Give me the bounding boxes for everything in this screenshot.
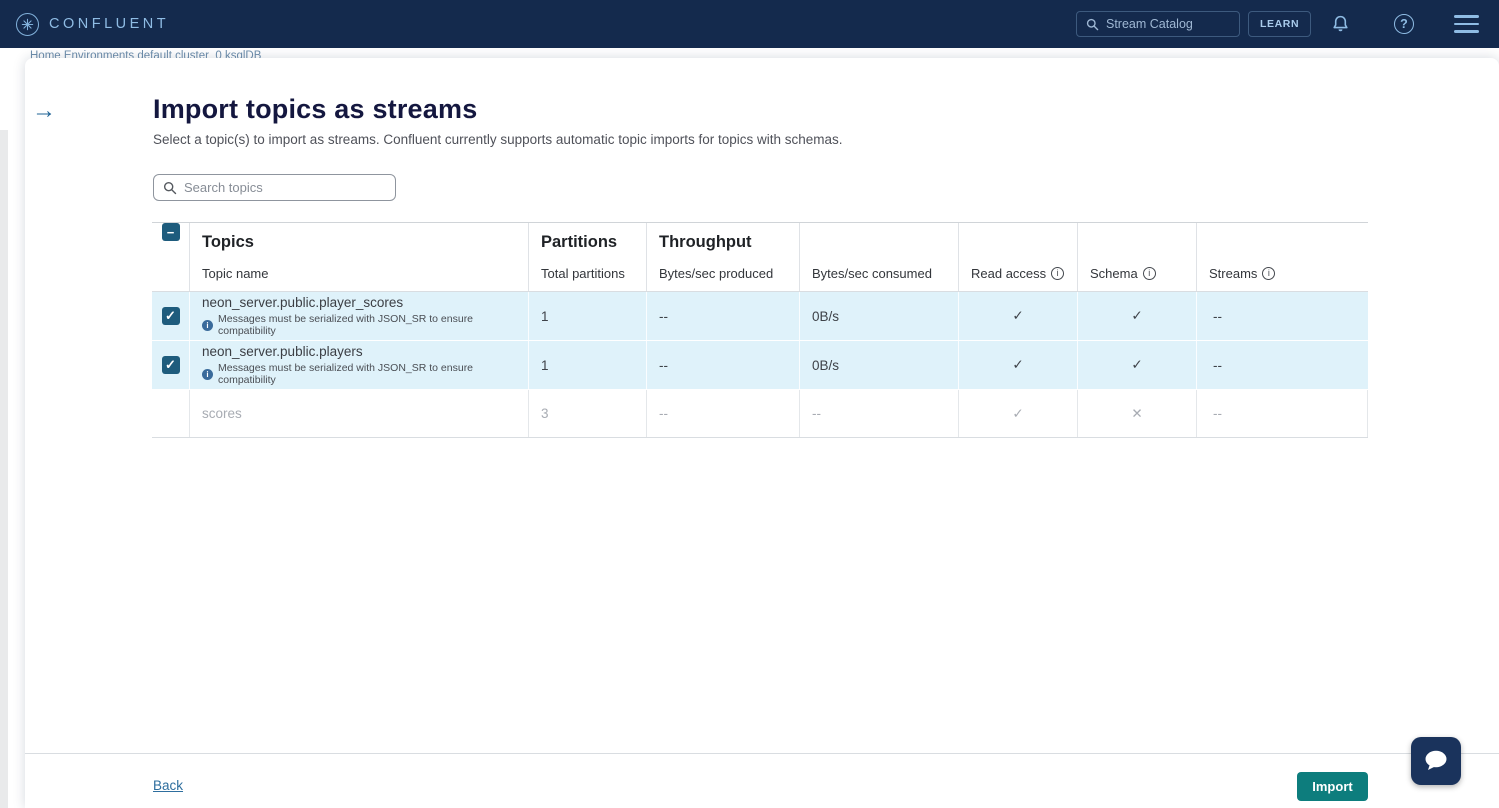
page-subtitle: Select a topic(s) to import as streams. … (153, 132, 843, 147)
table-row-player-scores[interactable]: ✓ neon_server.public.player_scores i Mes… (152, 292, 1368, 340)
search-icon (1086, 18, 1099, 31)
bytes-produced-value: -- (647, 390, 800, 437)
empty-checkbox-cell (152, 390, 190, 437)
top-navbar: CONFLUENT LEARN ? (0, 0, 1499, 48)
brand-name: CONFLUENT (49, 16, 169, 32)
table-row-players[interactable]: ✓ neon_server.public.players i Messages … (152, 341, 1368, 389)
topic-name: scores (202, 406, 242, 421)
stream-catalog-search[interactable] (1076, 11, 1240, 37)
row-checkbox[interactable]: ✓ (162, 356, 180, 374)
stream-catalog-input[interactable] (1106, 17, 1226, 31)
header-throughput-produced: Throughput Bytes/sec produced (647, 223, 800, 291)
header-throughput-consumed: Bytes/sec consumed (800, 223, 959, 291)
header-checkbox-cell: − (152, 223, 190, 291)
back-link[interactable]: Back (153, 778, 183, 793)
search-topics-field[interactable] (153, 174, 396, 201)
partitions-value: 3 (529, 390, 647, 437)
schema-cross-icon: ✕ (1078, 390, 1197, 437)
table-header-row: − Topics Topic name Partitions Total par… (152, 222, 1368, 292)
row-checkbox[interactable]: ✓ (162, 307, 180, 325)
streams-value: -- (1197, 292, 1368, 340)
header-streams: Streamsi (1197, 223, 1368, 291)
info-icon: i (202, 320, 213, 331)
learn-button[interactable]: LEARN (1248, 11, 1311, 37)
partitions-value: 1 (529, 341, 647, 389)
question-icon: ? (1394, 14, 1414, 34)
read-access-check-icon: ✓ (959, 292, 1078, 340)
topics-table: − Topics Topic name Partitions Total par… (152, 222, 1368, 439)
footer-divider (25, 753, 1499, 754)
help-button[interactable]: ? (1384, 0, 1424, 48)
bytes-produced-value: -- (647, 341, 800, 389)
header-schema: Schemai (1078, 223, 1197, 291)
hamburger-icon (1454, 15, 1479, 32)
topic-name: neon_server.public.players (202, 344, 363, 359)
bell-icon (1330, 14, 1351, 35)
info-icon[interactable]: i (1051, 267, 1064, 280)
serialization-note: i Messages must be serialized with JSON_… (202, 362, 528, 386)
streams-value: -- (1197, 390, 1368, 437)
header-read-access: Read accessi (959, 223, 1078, 291)
info-icon[interactable]: i (1143, 267, 1156, 280)
import-button[interactable]: Import (1297, 772, 1368, 801)
partitions-value: 1 (529, 292, 647, 340)
info-icon[interactable]: i (1262, 267, 1275, 280)
serialization-note: i Messages must be serialized with JSON_… (202, 313, 528, 337)
app-window: CONFLUENT LEARN ? Home Environments (0, 0, 1499, 808)
bytes-produced-value: -- (647, 292, 800, 340)
schema-check-icon: ✓ (1078, 292, 1197, 340)
page-title: Import topics as streams (153, 94, 477, 125)
header-partitions: Partitions Total partitions (529, 223, 647, 291)
read-access-check-icon: ✓ (959, 341, 1078, 389)
bytes-consumed-value: 0B/s (800, 341, 959, 389)
chat-bubble-icon (1422, 748, 1450, 774)
search-icon (163, 181, 177, 195)
read-access-check-icon: ✓ (959, 390, 1078, 437)
select-all-checkbox[interactable]: − (162, 223, 180, 241)
main-menu-button[interactable] (1446, 0, 1486, 48)
chat-fab-button[interactable] (1411, 737, 1461, 785)
search-topics-input[interactable] (184, 180, 374, 195)
confluent-logo[interactable]: CONFLUENT (16, 13, 169, 36)
import-topics-panel: → Import topics as streams Select a topi… (25, 58, 1499, 808)
notifications-button[interactable] (1320, 0, 1360, 48)
table-row-scores: scores 3 -- -- ✓ ✕ -- (152, 390, 1368, 438)
bytes-consumed-value: -- (800, 390, 959, 437)
streams-value: -- (1197, 341, 1368, 389)
info-icon: i (202, 369, 213, 380)
header-topics: Topics Topic name (190, 223, 529, 291)
topic-name: neon_server.public.player_scores (202, 295, 403, 310)
schema-check-icon: ✓ (1078, 341, 1197, 389)
confluent-spark-icon (16, 13, 39, 36)
collapse-panel-arrow-icon[interactable]: → (31, 98, 57, 124)
bytes-consumed-value: 0B/s (800, 292, 959, 340)
collapsed-sidebar-rail (0, 130, 8, 808)
